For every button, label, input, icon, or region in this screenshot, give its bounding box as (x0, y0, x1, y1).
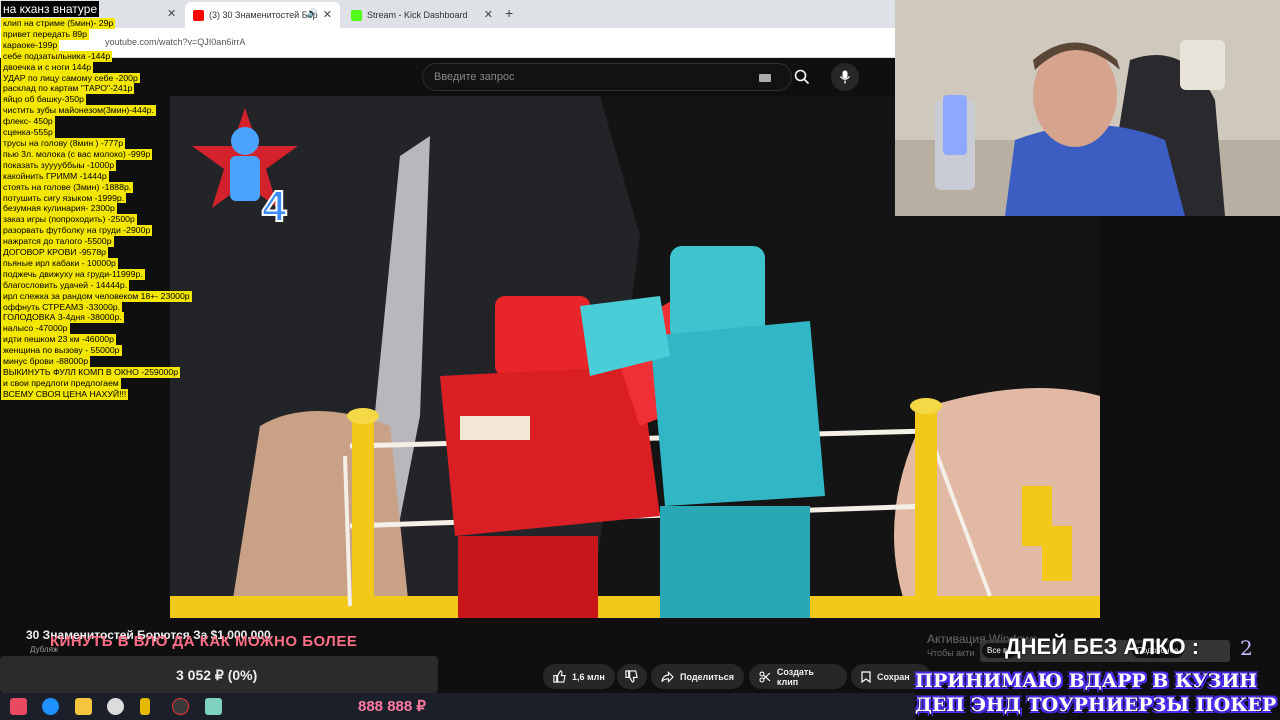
youtube-header: Введите запрос (170, 58, 895, 96)
search-icon (794, 69, 810, 85)
windows-taskbar (0, 693, 915, 720)
list-item: ДОГОВОР КРОВИ -9578р (1, 247, 109, 258)
thumbs-down-icon (625, 670, 638, 683)
tab-kick[interactable]: Stream - Kick Dashboard ✕ (343, 2, 501, 28)
list-item: ВЫКИНУТЬ ФУЛЛ КОМП В ОКНО -259000р (1, 367, 181, 378)
list-item: пью 3л. молока (с вас молоко) -999р (1, 148, 153, 160)
list-item: яйцо об башку-350р (1, 94, 86, 106)
svg-text:4: 4 (262, 182, 287, 231)
promo-line-1: ПРИНИМАЮ ВДАРР В КУЗИН (915, 670, 1258, 692)
speaker-icon[interactable]: 🔊 (307, 8, 318, 19)
microphone-icon (839, 70, 851, 84)
list-item: флекс- 450р (1, 116, 55, 128)
list-item: заказ игры (попроходить) -2500р (1, 214, 137, 226)
search-button[interactable] (783, 64, 821, 90)
stream-screen: (3) 30 Знаменитостей Бор 🔊 ✕ Stream - Ki… (0, 0, 1280, 720)
taskbar-price-overlay: 888 888 ₽ (358, 698, 426, 715)
price-list-overlay: на кханз внатуре клип на стриме (5мин)- … (0, 0, 210, 401)
close-tab-icon[interactable]: ✕ (323, 8, 332, 21)
clip-button[interactable]: Создать клип (749, 664, 847, 689)
list-item: двоечка и с ноги 144р (1, 61, 94, 73)
webcam-image (895, 0, 1280, 216)
list-item: и свои предлоги предлогаем (1, 377, 121, 389)
tab-kick-label: Stream - Kick Dashboard (367, 10, 468, 20)
like-count: 1,6 млн (572, 671, 605, 682)
share-icon (661, 670, 674, 683)
list-item: разорвать футболку на груди -2900р (1, 225, 153, 237)
list-item: себе подзатыльника -144р (1, 50, 113, 62)
list-item: оффнуть СТРЕАМЗ -33000р. (1, 301, 123, 313)
keyboard-icon[interactable] (759, 74, 771, 82)
new-tab-icon[interactable]: + (505, 5, 513, 21)
chrome-icon[interactable] (107, 698, 124, 715)
list-item: женщина по вызову - 55000р (1, 345, 122, 357)
list-item: УДАР по лицу самому себе -200р (1, 72, 140, 84)
list-item: привет передать 89р (1, 28, 89, 40)
search-placeholder: Введите запрос (434, 71, 515, 83)
scrolling-ticker: КИНУТЬ В ВЛО ДА КАК МОЖНО БОЛЕЕ (50, 633, 358, 650)
search-input[interactable]: Введите запрос (422, 63, 810, 91)
folder-icon[interactable] (75, 698, 92, 715)
app-icon[interactable] (205, 698, 222, 715)
windows-activation-subtitle: Чтобы акти (927, 648, 975, 658)
list-item: пьяные ирл кабаки - 10000р (1, 257, 118, 269)
list-item: идти пешком 23 км -46000р (1, 334, 116, 346)
list-item: потушить сигу языком -1999р. (1, 192, 127, 204)
promo-line-2: ДЕП ЭНД ТОУРНИЕРЗЫ ПОКЕР (915, 694, 1277, 716)
tab-youtube-label: (3) 30 Знаменитостей Бор (209, 10, 318, 20)
list-item: караоке-199р (1, 39, 60, 51)
app-icon[interactable] (140, 698, 150, 715)
bookmark-icon (861, 670, 871, 683)
days-counter-value: 2 (1240, 636, 1253, 660)
donation-amount: 3 052 ₽ (0%) (176, 667, 258, 683)
like-button[interactable]: 1,6 млн (543, 664, 615, 689)
app-icon[interactable] (10, 698, 27, 715)
share-button[interactable]: Поделиться (651, 664, 744, 689)
save-label: Сохран (877, 671, 910, 682)
webcam-feed (895, 0, 1280, 216)
clip-label: Создать клип (776, 666, 814, 687)
donation-goal-bar: 3 052 ₽ (0%) (0, 656, 438, 693)
edge-icon[interactable] (42, 698, 59, 715)
voice-search-button[interactable] (831, 63, 859, 91)
dub-label: Дубляж (30, 645, 59, 654)
list-item: налысо -47000р (1, 323, 70, 335)
list-item: чистить зубы майонезом(3мин)-444р. (1, 105, 156, 117)
list-item: ГОЛОДОВКА 3-4дня -38000р. (1, 312, 124, 324)
list-item: безумная кулинария- 2300р (1, 203, 117, 215)
list-item: расклад по картам "ТАРО"-241р (1, 83, 135, 95)
list-item: какойнить ГРИММ -1444р (1, 170, 109, 182)
thumbs-up-icon (553, 670, 566, 683)
list-item: показать зууууббыы -1000р (1, 159, 117, 171)
list-item: трусы на голову (8мин ) -777р (1, 137, 126, 149)
list-item: благословить удачей - 14444р. (1, 279, 130, 291)
close-tab-icon[interactable]: ✕ (484, 8, 493, 21)
kick-favicon-icon (351, 9, 362, 21)
days-counter-label: ДНЕЙ БЕЗ АЛКО : (1005, 634, 1200, 659)
list-item: стоять на голове (3мин) -1888р. (1, 181, 134, 193)
scissors-icon (759, 671, 771, 682)
obs-icon[interactable] (172, 698, 189, 715)
list-item: сценка-555р (1, 127, 55, 138)
list-item: поджечь движуху на груди-11999р. (1, 268, 145, 280)
list-item: минус брови -88000р (1, 356, 91, 367)
list-item: ВСЕМУ СВОЯ ЦЕНА НАХУЙ!!! (1, 388, 129, 400)
list-item: нажратся до талого -5500р (1, 236, 114, 248)
dislike-button[interactable] (617, 664, 647, 689)
overlay-header: на кханз внатуре (1, 1, 100, 17)
list-item: ирл слежка за рандом человеком 18+- 2300… (1, 290, 192, 302)
list-item: клип на стриме (5мин)- 29р (1, 18, 116, 29)
share-label: Поделиться (679, 671, 734, 682)
